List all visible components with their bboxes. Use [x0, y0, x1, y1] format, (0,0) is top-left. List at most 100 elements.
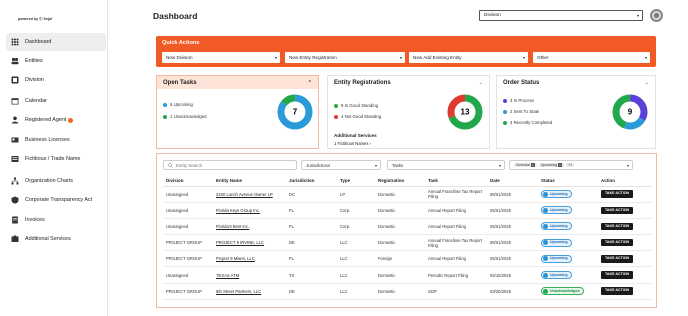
cell-task: Annual Report Filing [425, 250, 487, 268]
take-action-button[interactable]: TAKE ACTION [601, 190, 634, 198]
cell-date: 05/01/2025 [487, 218, 538, 236]
cell-jurisdiction: FL [286, 250, 337, 268]
sidebar-item-label: Invoices [25, 217, 45, 223]
search-icon [168, 162, 173, 168]
calendar-icon [11, 97, 19, 105]
cell-entity-name[interactable]: Florida's Best Inc. [213, 218, 286, 236]
cell-jurisdiction: DC [286, 186, 337, 203]
take-action-button[interactable]: TAKE ACTION [601, 206, 634, 215]
cell-registration: Domestic [375, 202, 425, 219]
cell-task: Annual Franchise Tax Report Filing [425, 234, 487, 252]
other-select[interactable]: Other ▾ [533, 52, 650, 63]
chip-label: Overdue [516, 163, 530, 167]
entity-registrations-header[interactable]: Entity Registrations ⌄ [328, 76, 489, 89]
take-action-button[interactable]: TAKE ACTION [601, 238, 634, 247]
col-division[interactable]: Division [163, 176, 213, 187]
new-division-select[interactable]: New Division ▾ [162, 52, 280, 63]
chevron-up-icon[interactable]: ⌃ [308, 80, 312, 86]
take-action-button[interactable]: TAKE ACTION [601, 271, 634, 279]
sidebar-item-cta[interactable]: Corporate Transparency Act [6, 191, 108, 209]
cell-type: LLC [337, 266, 375, 284]
take-action-button[interactable]: TAKE ACTION [601, 255, 634, 263]
jurisdictions-select[interactable]: Jurisdictions ▾ [301, 160, 381, 170]
fictitious-names-link[interactable]: 1 Fictitious Names › [334, 141, 371, 146]
sidebar-item-label: Division [25, 77, 44, 83]
col-action: Action [598, 176, 652, 187]
cell-action: TAKE ACTION [598, 266, 652, 284]
tasks-select[interactable]: Tasks ▾ [387, 160, 505, 170]
status-icon [543, 191, 548, 197]
cell-entity-name[interactable]: 5th Street Partners, LLC [213, 283, 286, 300]
cell-jurisdiction: DE [286, 234, 337, 252]
legend-unacknowledged: 1 Unacknowledged [163, 114, 207, 119]
division-select[interactable]: Division ▾ [479, 10, 643, 21]
sidebar-item-label: Entities [25, 58, 43, 64]
col-entity-name[interactable]: Entity Name [213, 176, 286, 187]
cell-entity-name[interactable]: Project 9 Miami, LLC [213, 250, 286, 268]
sidebar-item-registered-agent[interactable]: Registered Agent [6, 111, 108, 129]
sidebar-item-entities[interactable]: Entities [6, 52, 108, 70]
table-row: PROJECT GROUP PROJECT 9 IRVINE, LLC DE LLC D… [163, 234, 652, 252]
cell-action: TAKE ACTION [598, 218, 652, 236]
chip-upcoming[interactable]: Upcoming × [538, 163, 564, 167]
cell-action: TAKE ACTION [598, 186, 652, 203]
status-badge: Unacknowledged [541, 287, 584, 296]
legend-not-good-standing: 4 Not Good Standing [334, 114, 381, 119]
legend-in-process: 3 In Process [503, 98, 534, 103]
donut-total: 9 [628, 108, 633, 117]
add-existing-entity-select[interactable]: New Add Existing Entity ▾ [409, 52, 528, 63]
status-filter-select[interactable]: Overdue × Upcoming × +1 ▾ [509, 160, 633, 170]
sidebar-item-dashboard[interactable]: Dashboard [6, 33, 106, 51]
col-type[interactable]: Type [337, 176, 375, 187]
sidebar-item-invoices[interactable]: Invoices [6, 211, 108, 229]
cell-entity-name[interactable]: PROJECT 9 IRVINE, LLC [213, 234, 286, 252]
chevron-down-icon: ▾ [636, 13, 639, 18]
cell-task: Annual Report Filing [425, 202, 487, 219]
cell-type: LLC [337, 283, 375, 300]
entity-search-input[interactable]: Entity Search [163, 160, 297, 170]
select-value: New Division [166, 55, 193, 60]
cell-division: Unassigned [163, 186, 213, 203]
chevron-down-icon[interactable]: ⌄ [645, 80, 649, 86]
sidebar-item-org-charts[interactable]: Organization Charts [6, 172, 108, 190]
sidebar-item-label: Corporate Transparency Act [25, 197, 93, 203]
col-task[interactable]: Task [425, 176, 487, 187]
avatar[interactable] [650, 9, 663, 22]
cell-registration: Domestic [375, 218, 425, 236]
cell-division: Unassigned [163, 266, 213, 284]
donut-total: 13 [461, 108, 470, 117]
sidebar-item-trade-name[interactable]: Fictitious / Trade Name [6, 150, 108, 168]
open-tasks-header[interactable]: Open Tasks ⌃ [157, 76, 318, 89]
chevron-down-icon[interactable]: ⌄ [479, 80, 483, 86]
close-icon[interactable]: × [557, 163, 562, 167]
cell-task: SOP [425, 283, 487, 300]
new-entity-registration-select[interactable]: New Entity Registration ▾ [285, 52, 405, 63]
tasks-table-panel: Entity Search Jurisdictions ▾ Tasks ▾ Ov… [156, 153, 657, 308]
table-header-row: Division Entity Name Jurisdiction Type R… [163, 176, 652, 187]
sidebar-item-calendar[interactable]: Calendar [6, 92, 108, 110]
cell-entity-name[interactable]: Florida Keys Group Inc. [213, 202, 286, 219]
order-status-header[interactable]: Order Status ⌄ [497, 76, 655, 89]
table-row: PROJECT GROUP 5th Street Partners, LLC DE L… [163, 283, 652, 300]
cell-entity-name[interactable]: 2100 Lunch Avenue Owner LP [213, 186, 286, 203]
status-icon [543, 288, 548, 294]
cell-status: Upcoming [538, 234, 598, 252]
sidebar-item-additional-services[interactable]: Additional Services [6, 230, 108, 248]
col-date[interactable]: Date [487, 176, 538, 187]
chip-overdue[interactable]: Overdue × [514, 163, 537, 167]
sidebar-item-label: Dashboard [25, 39, 52, 45]
take-action-button[interactable]: TAKE ACTION [601, 222, 634, 231]
cell-division: PROJECT GROUP [163, 250, 213, 268]
sidebar-item-business-licenses[interactable]: Business Licenses [6, 131, 108, 149]
col-jurisdiction[interactable]: Jurisdiction [286, 176, 337, 187]
cell-registration: Domestic [375, 234, 425, 252]
col-registration[interactable]: Registration [375, 176, 425, 187]
order-status-card: Order Status ⌄ 3 In Process 2 Sent To St… [496, 75, 656, 149]
cell-entity-name[interactable]: TEXAS ATM [213, 266, 286, 284]
col-status[interactable]: Status [538, 176, 598, 187]
sidebar-item-division[interactable]: Division [6, 71, 108, 89]
chip-label: Upcoming [540, 163, 557, 167]
legend-label: 9 In Good Standing [341, 103, 379, 108]
take-action-button[interactable]: TAKE ACTION [601, 287, 634, 295]
close-icon[interactable]: × [530, 163, 535, 167]
